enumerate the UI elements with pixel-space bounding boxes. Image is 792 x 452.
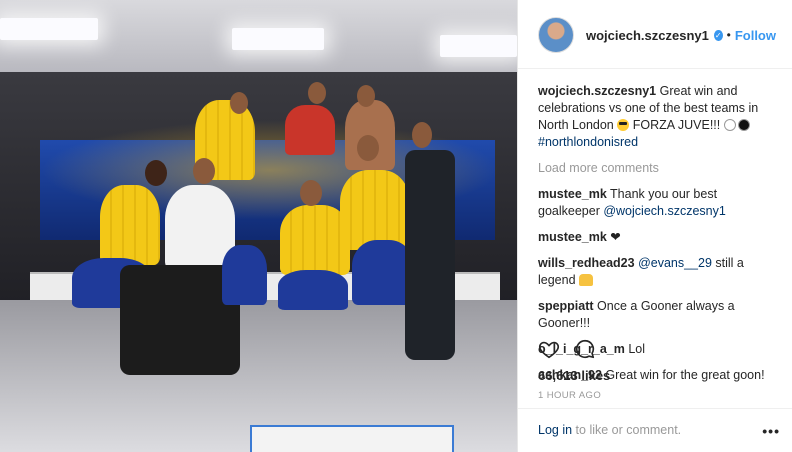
comment: speppiatt Once a Gooner always a Gooner!… bbox=[538, 298, 776, 332]
speech-bubble-icon[interactable] bbox=[574, 338, 596, 360]
login-link[interactable]: Log in bbox=[538, 423, 572, 437]
comment-mention[interactable]: @wojciech.szczesny1 bbox=[603, 204, 725, 218]
player-head bbox=[412, 122, 432, 148]
heart-outline-icon[interactable] bbox=[538, 338, 560, 360]
white-circle-emoji-icon bbox=[723, 119, 736, 131]
comment-text: ❤ bbox=[610, 230, 621, 244]
black-circle-emoji-icon bbox=[737, 119, 750, 131]
player bbox=[405, 150, 455, 360]
more-options-icon[interactable]: ••• bbox=[762, 423, 780, 439]
comment: wills_redhead23 @evans__29 still a legen… bbox=[538, 255, 776, 289]
comment-username[interactable]: wills_redhead23 bbox=[538, 256, 635, 270]
post-timestamp: 1 HOUR AGO bbox=[538, 390, 602, 401]
comment: mustee_mk Thank you our best goalkeeper … bbox=[538, 186, 776, 220]
post-header: wojciech.szczesny1 ✓ • Follow bbox=[518, 0, 792, 56]
player bbox=[278, 270, 348, 310]
player bbox=[340, 170, 410, 250]
header-username[interactable]: wojciech.szczesny1 bbox=[586, 28, 709, 43]
comment-text: Great win for the great goon! bbox=[605, 368, 765, 382]
raised-hands-emoji-icon bbox=[579, 274, 594, 286]
player-head bbox=[145, 160, 167, 186]
photo-towel bbox=[250, 425, 454, 452]
player-head bbox=[193, 158, 215, 184]
caption-username[interactable]: wojciech.szczesny1 bbox=[538, 84, 656, 98]
login-prompt: Log in to like or comment. bbox=[538, 423, 681, 437]
player bbox=[100, 185, 160, 265]
caption-text-2: FORZA JUVE!!! bbox=[632, 118, 721, 132]
login-prompt-text: to like or comment. bbox=[575, 423, 682, 437]
comment-username[interactable]: mustee_mk bbox=[538, 187, 607, 201]
instagram-post: wojciech.szczesny1 ✓ • Follow wojciech.s… bbox=[0, 0, 792, 452]
player bbox=[285, 105, 335, 155]
comment: mustee_mk ❤ bbox=[538, 229, 776, 246]
post-photo[interactable] bbox=[0, 0, 517, 452]
player-head bbox=[357, 85, 375, 107]
caption-hashtag[interactable]: #northlondonisred bbox=[538, 135, 638, 149]
player-head bbox=[308, 82, 326, 104]
separator-dot: • bbox=[726, 28, 731, 42]
caption: wojciech.szczesny1 Great win and celebra… bbox=[538, 83, 776, 151]
player-head bbox=[230, 92, 248, 114]
comment-mention[interactable]: @evans__29 bbox=[638, 256, 712, 270]
comment-text: Lol bbox=[628, 342, 646, 356]
load-more-comments-button[interactable]: Load more comments bbox=[538, 160, 776, 177]
player bbox=[222, 245, 267, 305]
post-actions bbox=[538, 338, 596, 360]
comments-section: wojciech.szczesny1 Great win and celebra… bbox=[518, 69, 792, 384]
player-head bbox=[300, 180, 322, 206]
verified-badge-icon: ✓ bbox=[713, 29, 723, 41]
sunglasses-emoji-icon bbox=[617, 119, 630, 131]
follow-button[interactable]: Follow bbox=[735, 28, 776, 43]
likes-count[interactable]: 66,613 likes bbox=[538, 368, 610, 383]
photo-light bbox=[440, 35, 517, 57]
comment-username[interactable]: mustee_mk bbox=[538, 230, 607, 244]
post-sidebar: wojciech.szczesny1 ✓ • Follow wojciech.s… bbox=[517, 0, 792, 452]
photo-light bbox=[0, 18, 98, 40]
player-head bbox=[357, 135, 379, 161]
avatar[interactable] bbox=[538, 17, 574, 53]
photo-light bbox=[232, 28, 324, 50]
comment-username[interactable]: speppiatt bbox=[538, 299, 594, 313]
footer-divider bbox=[518, 408, 792, 409]
